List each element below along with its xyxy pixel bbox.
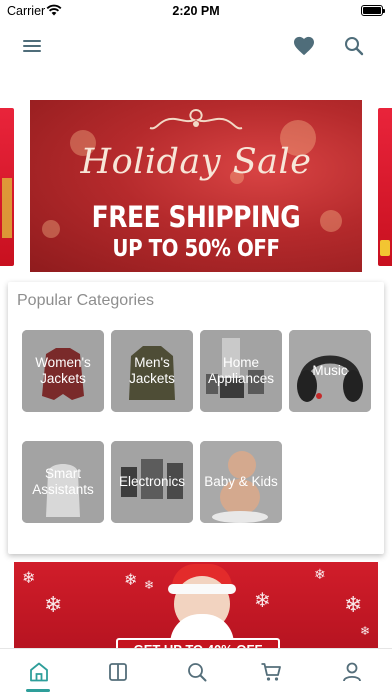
user-icon xyxy=(343,662,361,682)
santa-hat-trim xyxy=(168,584,236,594)
tab-profile[interactable] xyxy=(338,659,366,685)
category-tile-home-appliances[interactable]: Home Appliances xyxy=(200,330,282,412)
category-label: Electronics xyxy=(118,474,186,489)
bottom-tab-bar xyxy=(0,648,392,697)
tab-search[interactable] xyxy=(183,659,211,685)
banner-carousel[interactable]: Holiday Sale FREE SHIPPING UP TO 50% OFF xyxy=(0,100,392,272)
category-label: Smart Assistants xyxy=(32,466,94,497)
category-label: Home Appliances xyxy=(207,355,275,386)
category-tile-music[interactable]: Music xyxy=(289,330,371,412)
popular-categories-card: Popular Categories Women's Jackets Men's… xyxy=(8,282,384,554)
active-tab-indicator xyxy=(26,689,50,692)
category-label: Baby & Kids xyxy=(204,474,278,489)
category-tile-baby-kids[interactable]: Baby & Kids xyxy=(200,441,282,523)
gift-decoration xyxy=(380,240,390,256)
next-banner-peek[interactable] xyxy=(378,108,392,266)
cart-icon xyxy=(261,663,281,681)
battery-icon xyxy=(361,5,385,16)
snowflake-icon: ❄ xyxy=(44,592,63,617)
top-app-bar xyxy=(0,24,392,68)
tab-home[interactable] xyxy=(25,659,53,685)
category-label: Music xyxy=(312,363,348,378)
section-title: Popular Categories xyxy=(17,292,154,309)
snowflake-icon: ❄ xyxy=(124,572,138,589)
search-icon xyxy=(188,663,207,682)
home-icon xyxy=(30,662,48,682)
status-bar: Carrier 2:20 PM xyxy=(0,0,392,22)
snowflake-icon: ❄ xyxy=(22,570,36,587)
category-label: Men's Jackets xyxy=(129,355,175,386)
status-time: 2:20 PM xyxy=(172,4,220,18)
snowflake-icon: ❄ xyxy=(314,566,326,582)
search-button[interactable] xyxy=(340,32,368,60)
category-tile-womens-jackets[interactable]: Women's Jackets xyxy=(22,330,104,412)
christmas-promo-banner[interactable]: ❄ ❄ ❄ ❄ ❄ ❄ ❄ ❄ GET UP TO 40% OFF xyxy=(14,562,378,654)
tab-cart[interactable] xyxy=(257,659,285,685)
menu-icon xyxy=(23,40,41,52)
menu-button[interactable] xyxy=(18,32,46,60)
heart-icon xyxy=(294,36,314,56)
banner-script-title: Holiday Sale xyxy=(80,142,312,182)
ornament-flourish xyxy=(149,109,243,130)
category-tile-mens-jackets[interactable]: Men's Jackets xyxy=(111,330,193,412)
snowflake-icon: ❄ xyxy=(344,592,363,617)
banner-headline: FREE SHIPPING xyxy=(91,200,301,234)
banner-subheadline: UP TO 50% OFF xyxy=(112,236,280,262)
category-tile-electronics[interactable]: Electronics xyxy=(111,441,193,523)
search-icon xyxy=(345,37,364,56)
snowflake-icon: ❄ xyxy=(360,624,371,638)
tab-catalog[interactable] xyxy=(104,659,132,685)
previous-banner-peek[interactable] xyxy=(0,108,14,266)
snowflake-icon: ❄ xyxy=(144,578,155,592)
book-icon xyxy=(109,663,127,681)
snowflake-icon: ❄ xyxy=(254,590,271,612)
wishlist-button[interactable] xyxy=(290,32,318,60)
holiday-sale-banner[interactable]: Holiday Sale FREE SHIPPING UP TO 50% OFF xyxy=(30,100,362,272)
gift-decoration xyxy=(2,178,12,238)
category-label: Women's Jackets xyxy=(35,355,91,386)
category-tile-smart-assistants[interactable]: Smart Assistants xyxy=(22,441,104,523)
